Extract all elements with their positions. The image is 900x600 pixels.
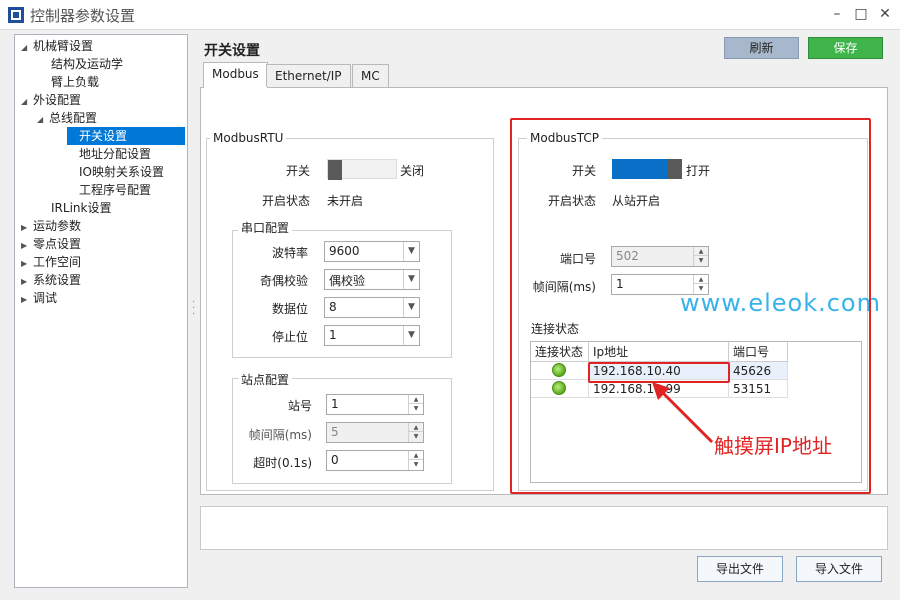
- stopbits-select[interactable]: 1 ▼: [324, 325, 420, 346]
- tree-item-label: 工程序号配置: [79, 183, 152, 197]
- databits-value: 8: [329, 300, 337, 314]
- splitter-handle[interactable]: · · ·: [192, 298, 196, 320]
- tree-item-label: 系统设置: [33, 273, 82, 287]
- rtu-switch-toggle[interactable]: [327, 159, 397, 180]
- databits-label: 数据位: [271, 302, 308, 316]
- tree-item-10[interactable]: ▶ 运动参数: [21, 217, 81, 235]
- tree-item-12[interactable]: ▶ 工作空间: [21, 253, 81, 271]
- spinner-up-icon[interactable]: ▲: [409, 451, 423, 460]
- tree-item-1[interactable]: 结构及运动学: [39, 55, 123, 73]
- rtu-switch-state: 关闭: [400, 164, 425, 178]
- spinner-buttons[interactable]: ▲ ▼: [408, 395, 423, 414]
- tree-item-3[interactable]: ◢ 外设配置: [21, 91, 81, 109]
- close-icon[interactable]: ✕: [874, 4, 896, 24]
- tree-item-0[interactable]: ◢ 机械臂设置: [21, 37, 93, 55]
- app-icon: [8, 7, 24, 23]
- export-file-button[interactable]: 导出文件: [697, 556, 783, 582]
- rtu-open-status-label: 开启状态: [261, 194, 310, 208]
- baud-label: 波特率: [271, 246, 308, 260]
- rtu-switch-label: 开关: [285, 164, 310, 178]
- import-file-button[interactable]: 导入文件: [796, 556, 882, 582]
- station-config-title: 站点配置: [238, 371, 293, 388]
- annotation-text: 触摸屏IP地址: [714, 434, 832, 458]
- tree-item-label: IO映射关系设置: [79, 165, 164, 179]
- tree-item-9[interactable]: IRLink设置: [39, 199, 111, 217]
- rtu-interval-label: 帧间隔(ms): [248, 428, 312, 442]
- parity-value: 偶校验: [329, 274, 366, 288]
- tree-item-13[interactable]: ▶ 系统设置: [21, 271, 81, 289]
- timeout-spinner[interactable]: 0 ▲ ▼: [326, 450, 424, 471]
- chevron-down-icon: ▼: [403, 242, 419, 261]
- tree-item-label: 臂上负载: [51, 75, 100, 89]
- chevron-down-icon: ▼: [403, 326, 419, 345]
- tree-item-4[interactable]: ◢ 总线配置: [37, 109, 97, 127]
- message-box: [200, 506, 888, 550]
- tab-ethernet-ip[interactable]: Ethernet/IP: [266, 64, 351, 87]
- expand-down-icon[interactable]: ◢: [37, 111, 49, 129]
- spinner-buttons: ▲ ▼: [408, 423, 423, 442]
- tree-item-7[interactable]: IO映射关系设置: [67, 163, 164, 181]
- window-title: 控制器参数设置: [30, 7, 136, 25]
- spinner-up-icon[interactable]: ▲: [409, 395, 423, 404]
- expand-down-icon[interactable]: ◢: [21, 39, 33, 57]
- stopbits-value: 1: [329, 328, 337, 342]
- tree-item-label: 零点设置: [33, 237, 82, 251]
- tree-item-label: 结构及运动学: [51, 57, 124, 71]
- expand-down-icon[interactable]: ◢: [21, 93, 33, 111]
- rtu-interval-spinner: 5 ▲ ▼: [326, 422, 424, 443]
- expand-right-icon[interactable]: ▶: [21, 291, 33, 309]
- baud-select[interactable]: 9600 ▼: [324, 241, 420, 262]
- tree-item-5[interactable]: 开关设置: [67, 127, 185, 145]
- tree-item-label: IRLink设置: [51, 201, 112, 215]
- tree-item-label: 运动参数: [33, 219, 82, 233]
- baud-value: 9600: [329, 244, 360, 258]
- tree-item-6[interactable]: 地址分配设置: [67, 145, 151, 163]
- annotation-arrow-icon: [652, 382, 714, 444]
- spinner-down-icon[interactable]: ▼: [409, 460, 423, 469]
- save-button[interactable]: 保存: [808, 37, 883, 59]
- tree-item-8[interactable]: 工程序号配置: [67, 181, 151, 199]
- tree-item-label: 调试: [33, 291, 58, 305]
- serial-config-title: 串口配置: [238, 219, 293, 236]
- refresh-button[interactable]: 刷新: [724, 37, 799, 59]
- tree-item-14[interactable]: ▶ 调试: [21, 289, 57, 307]
- spinner-up-icon: ▲: [409, 423, 423, 432]
- toggle-knob: [328, 160, 342, 180]
- spinner-down-icon: ▼: [413, 433, 419, 440]
- chevron-down-icon: ▼: [403, 270, 419, 289]
- rtu-open-status-value: 未开启: [327, 194, 364, 208]
- parity-select[interactable]: 偶校验 ▼: [324, 269, 420, 290]
- station-id-value: 1: [331, 397, 339, 411]
- stopbits-label: 停止位: [271, 330, 308, 344]
- spinner-down-icon[interactable]: ▼: [409, 404, 423, 413]
- station-id-label: 站号: [287, 399, 312, 413]
- page-title: 开关设置: [204, 43, 260, 59]
- spinner-buttons[interactable]: ▲ ▼: [408, 451, 423, 470]
- station-id-spinner[interactable]: 1 ▲ ▼: [326, 394, 424, 415]
- tab-mc[interactable]: MC: [352, 64, 389, 87]
- tree-item-label: 开关设置: [79, 129, 128, 143]
- tree-item-11[interactable]: ▶ 零点设置: [21, 235, 81, 253]
- tree-item-label: 工作空间: [33, 255, 82, 269]
- chevron-down-icon: ▼: [403, 298, 419, 317]
- databits-select[interactable]: 8 ▼: [324, 297, 420, 318]
- minimize-icon[interactable]: –: [826, 4, 848, 24]
- parity-label: 奇偶校验: [259, 274, 308, 288]
- timeout-label: 超时(0.1s): [253, 456, 312, 470]
- tree-item-label: 外设配置: [33, 93, 82, 107]
- tab-modbus[interactable]: Modbus: [203, 62, 268, 88]
- rtu-interval-value: 5: [331, 425, 339, 439]
- tree-item-label: 总线配置: [49, 111, 98, 125]
- maximize-icon[interactable]: □: [850, 4, 872, 24]
- modbus-rtu-title: ModbusRTU: [210, 131, 287, 145]
- settings-tree[interactable]: ◢ 机械臂设置 结构及运动学 臂上负载 ◢ 外设配置 ◢ 总线配置 开关设置 地址分配设置 IO映射…: [14, 34, 188, 588]
- tree-item-2[interactable]: 臂上负载: [39, 73, 99, 91]
- tree-item-label: 地址分配设置: [79, 147, 152, 161]
- tree-item-label: 机械臂设置: [33, 39, 94, 53]
- timeout-value: 0: [331, 453, 339, 467]
